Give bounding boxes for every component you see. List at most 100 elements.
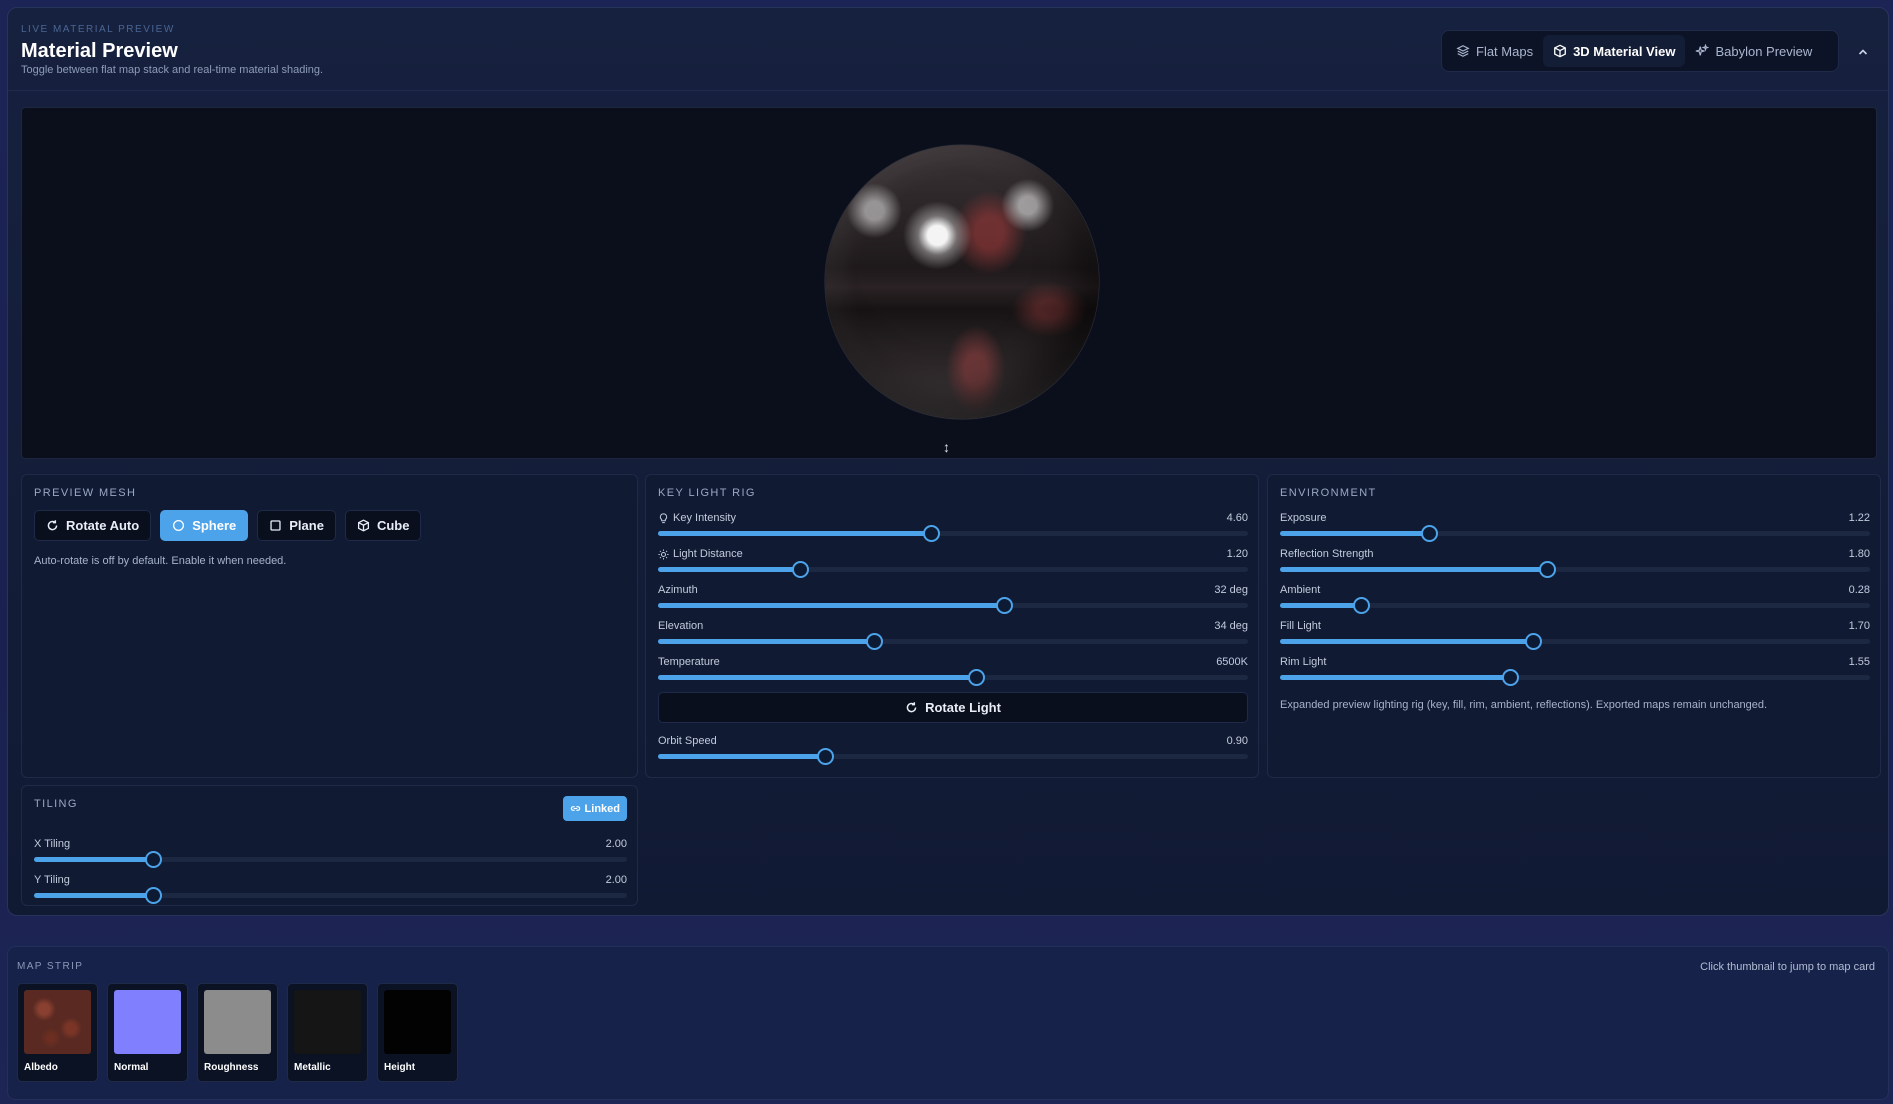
preview-mesh-title: PREVIEW MESH: [34, 487, 137, 499]
layers-icon: [1456, 45, 1470, 57]
3d-viewport[interactable]: ↕: [21, 107, 1877, 459]
slider-fill: [1280, 603, 1362, 608]
tiling-title: TILING: [34, 798, 78, 810]
normal-swatch: [114, 990, 181, 1054]
map-strip-panel: MAP STRIP Click thumbnail to jump to map…: [7, 946, 1889, 1100]
slider-track[interactable]: [1280, 561, 1870, 578]
temperature-slider[interactable]: Temperature 6500K: [658, 656, 1248, 686]
preview-mesh-panel: PREVIEW MESH Rotate Auto Sphere Plane Cu…: [21, 474, 638, 778]
tab-3d-material-view[interactable]: 3D Material View: [1543, 35, 1686, 67]
slider-thumb[interactable]: [968, 669, 985, 686]
slider-fill: [34, 857, 153, 862]
slider-value: 1.55: [1848, 656, 1870, 668]
sphere-button[interactable]: Sphere: [160, 510, 249, 541]
height-swatch: [384, 990, 451, 1054]
slider-fill: [34, 893, 153, 898]
tab-babylon-preview-label: Babylon Preview: [1715, 43, 1813, 59]
sparkles-icon: [1696, 44, 1710, 56]
tab-flat-maps[interactable]: Flat Maps: [1446, 35, 1543, 67]
collapse-button[interactable]: [1853, 42, 1873, 62]
slider-value: 1.22: [1848, 512, 1870, 524]
slider-fill: [658, 531, 931, 536]
slider-thumb[interactable]: [144, 851, 162, 868]
slider-thumb[interactable]: [1538, 561, 1556, 578]
map-strip-hint: Click thumbnail to jump to map card: [1700, 961, 1875, 973]
slider-track[interactable]: [658, 669, 1248, 686]
slider-fill: [658, 603, 1004, 608]
rotate-light-button[interactable]: Rotate Light: [658, 692, 1248, 723]
map-thumbnail-height[interactable]: Height: [377, 983, 458, 1082]
slider-fill: [1280, 675, 1511, 680]
sphere-label: Sphere: [192, 518, 237, 533]
slider-label: Azimuth: [658, 584, 698, 596]
plane-button[interactable]: Plane: [257, 510, 336, 541]
slider-thumb[interactable]: [1524, 633, 1542, 650]
y-tiling-slider[interactable]: Y Tiling 2.00: [34, 874, 627, 904]
roughness-swatch: [204, 990, 271, 1054]
thumbnail-label: Height: [384, 1062, 416, 1073]
slider-thumb[interactable]: [865, 633, 883, 650]
rotate-auto-label: Rotate Auto: [66, 518, 140, 533]
slider-thumb[interactable]: [995, 597, 1013, 614]
slider-value: 32 deg: [1214, 584, 1248, 596]
page-subtitle: Toggle between flat map stack and real-t…: [21, 64, 324, 76]
light-distance-label-wrap: Light Distance: [658, 548, 743, 560]
slider-thumb[interactable]: [1421, 525, 1439, 542]
slider-track[interactable]: [658, 525, 1248, 542]
reflection-strength-slider[interactable]: Reflection Strength 1.80: [1280, 548, 1870, 578]
slider-label: Orbit Speed: [658, 735, 717, 747]
map-thumbnail-normal[interactable]: Normal: [107, 983, 188, 1082]
cube-icon: [357, 519, 369, 532]
cube-icon: [1554, 44, 1566, 58]
tab-babylon-preview[interactable]: Babylon Preview: [1685, 35, 1822, 67]
map-thumbnail-metallic[interactable]: Metallic: [287, 983, 368, 1082]
slider-track[interactable]: [34, 887, 627, 904]
slider-thumb[interactable]: [816, 748, 834, 765]
linked-toggle-button[interactable]: Linked: [562, 796, 627, 821]
slider-thumb[interactable]: [791, 561, 809, 578]
slider-track[interactable]: [658, 597, 1248, 614]
azimuth-slider[interactable]: Azimuth 32 deg: [658, 584, 1248, 614]
light-distance-slider[interactable]: Light Distance 1.20: [658, 548, 1248, 578]
cube-button[interactable]: Cube: [344, 510, 422, 541]
metallic-swatch: [294, 990, 361, 1054]
slider-fill: [658, 754, 825, 759]
slider-thumb[interactable]: [144, 887, 162, 904]
map-strip-title: MAP STRIP: [17, 961, 84, 972]
key-intensity-label-wrap: Key Intensity: [658, 512, 736, 524]
key-intensity-slider[interactable]: Key Intensity 4.60: [658, 512, 1248, 542]
elevation-slider[interactable]: Elevation 34 deg: [658, 620, 1248, 650]
slider-label: Reflection Strength: [1280, 548, 1374, 560]
slider-value: 1.20: [1226, 548, 1248, 560]
map-thumbnail-roughness[interactable]: Roughness: [197, 983, 278, 1082]
slider-value: 2.00: [605, 874, 627, 886]
environment-title: ENVIRONMENT: [1280, 487, 1377, 499]
slider-thumb[interactable]: [1502, 669, 1520, 686]
slider-track[interactable]: [1280, 597, 1870, 614]
slider-track[interactable]: [1280, 525, 1870, 542]
slider-track[interactable]: [658, 561, 1248, 578]
map-thumbnail-albedo[interactable]: Albedo: [17, 983, 98, 1082]
resize-handle-icon[interactable]: ↕: [943, 439, 950, 455]
plane-label: Plane: [289, 518, 324, 533]
x-tiling-slider[interactable]: X Tiling 2.00: [34, 838, 627, 868]
slider-fill: [658, 639, 874, 644]
slider-track[interactable]: [1280, 633, 1870, 650]
orbit-speed-slider[interactable]: Orbit Speed 0.90: [658, 735, 1248, 765]
slider-track[interactable]: [658, 633, 1248, 650]
slider-value: 0.90: [1226, 735, 1248, 747]
tab-3d-material-view-label: 3D Material View: [1573, 43, 1676, 59]
thumbnail-label: Metallic: [294, 1062, 331, 1073]
exposure-slider[interactable]: Exposure 1.22: [1280, 512, 1870, 542]
rim-light-slider[interactable]: Rim Light 1.55: [1280, 656, 1870, 686]
fill-light-slider[interactable]: Fill Light 1.70: [1280, 620, 1870, 650]
rotate-auto-button[interactable]: Rotate Auto: [34, 510, 152, 541]
slider-track[interactable]: [658, 748, 1248, 765]
slider-thumb[interactable]: [922, 525, 940, 542]
ambient-slider[interactable]: Ambient 0.28: [1280, 584, 1870, 614]
auto-rotate-note: Auto-rotate is off by default. Enable it…: [34, 555, 287, 567]
slider-track[interactable]: [1280, 669, 1870, 686]
material-sphere: [825, 145, 1099, 419]
slider-track[interactable]: [34, 851, 627, 868]
slider-thumb[interactable]: [1353, 597, 1371, 614]
